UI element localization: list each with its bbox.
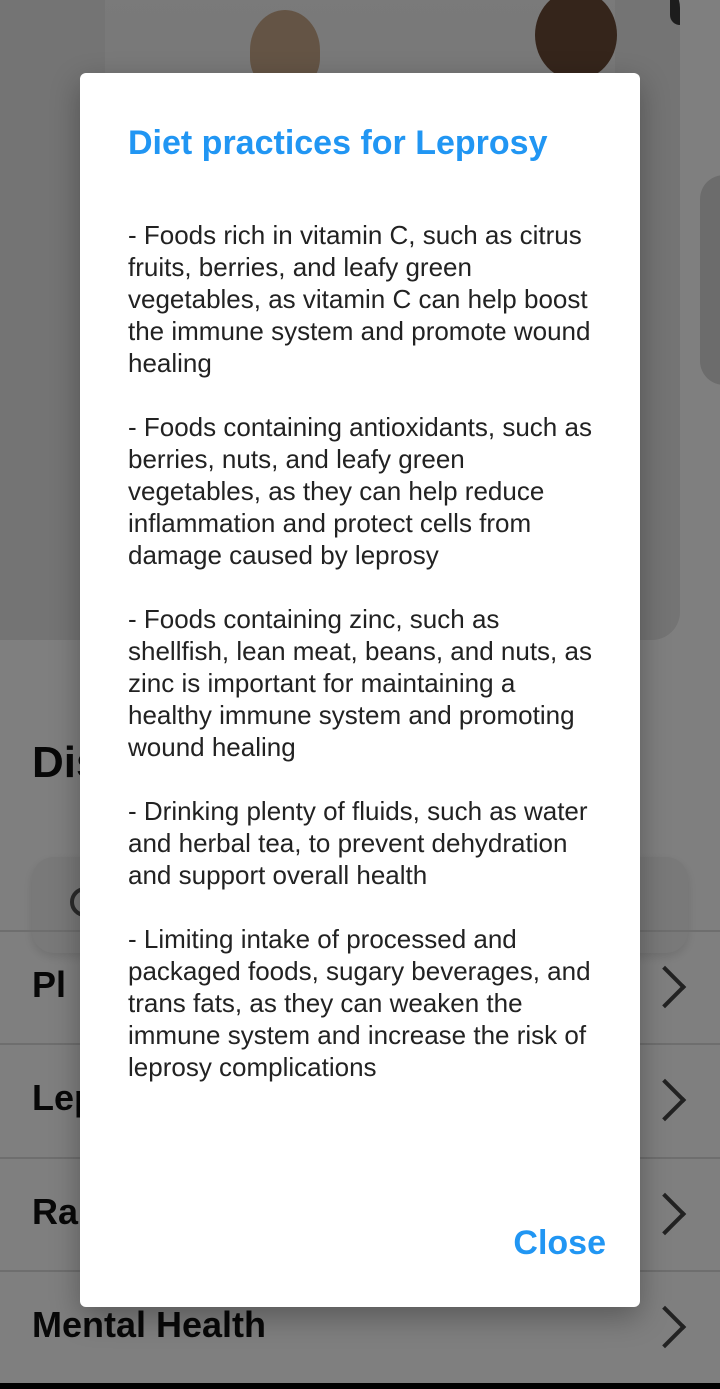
- diet-tip-paragraph: - Limiting intake of processed and packa…: [128, 924, 591, 1082]
- screen: Diseases Pl Leprosy Rabies Mental Health…: [0, 0, 720, 1389]
- dialog-title: Diet practices for Leprosy: [128, 124, 548, 162]
- diet-dialog: Diet practices for Leprosy - Foods rich …: [80, 73, 640, 1307]
- diet-tip-paragraph: - Foods rich in vitamin C, such as citru…: [128, 220, 591, 378]
- diet-tip-paragraph: - Drinking plenty of fluids, such as wat…: [128, 796, 588, 890]
- diet-tip-paragraph: - Foods containing antioxidants, such as…: [128, 412, 592, 570]
- diet-tip-paragraph: - Foods containing zinc, such as shellfi…: [128, 604, 592, 762]
- close-button[interactable]: Close: [513, 1223, 606, 1263]
- dialog-body: - Foods rich in vitamin C, such as citru…: [128, 219, 598, 1115]
